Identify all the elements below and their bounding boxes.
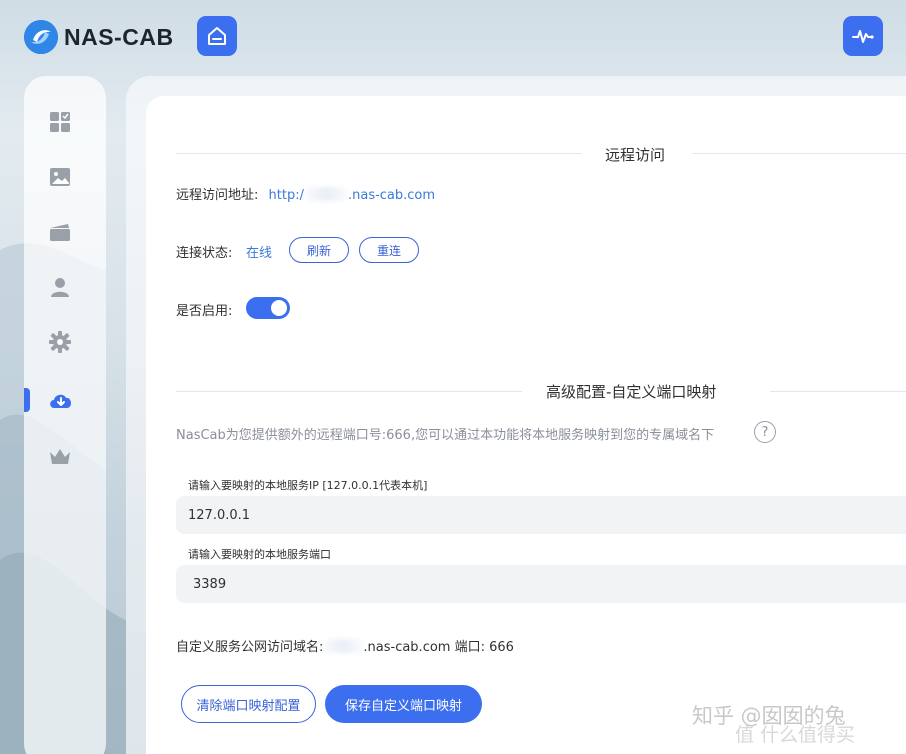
- local-port-value: 3389: [193, 576, 227, 592]
- video-icon: [50, 224, 70, 241]
- crown-icon: [50, 449, 70, 464]
- sidebar-active-indicator: [24, 388, 30, 412]
- connection-status-label: 连接状态:: [176, 246, 233, 261]
- photo-icon: [50, 168, 70, 186]
- home-button[interactable]: [197, 16, 237, 56]
- remote-access-title: 远程访问: [605, 146, 666, 164]
- public-domain-label: 自定义服务公网访问域名:: [176, 640, 324, 655]
- cloud-download-icon: [50, 394, 72, 408]
- local-port-input[interactable]: 3389: [176, 565, 906, 603]
- local-ip-value: 127.0.0.1: [188, 507, 251, 523]
- advanced-divider-left: [176, 391, 522, 392]
- connection-status-value: 在线: [246, 246, 273, 261]
- sidebar-item-videos[interactable]: [49, 221, 71, 243]
- remote-address-link[interactable]: http:/.nas-cab.com: [269, 187, 435, 203]
- save-mapping-button[interactable]: 保存自定义端口映射: [325, 685, 482, 723]
- reconnect-button[interactable]: 重连: [359, 237, 419, 263]
- public-domain-value: .nas-cab.com 端口: 666: [363, 640, 514, 655]
- pulse-icon: [852, 30, 874, 43]
- logo-mark-icon: [24, 20, 58, 54]
- gear-icon: [49, 331, 71, 353]
- sidebar-item-remote[interactable]: [48, 390, 74, 412]
- home-icon: [208, 27, 226, 45]
- redacted-domain: [323, 639, 364, 653]
- public-domain-row: 自定义服务公网访问域名: .nas-cab.com 端口: 666: [176, 636, 514, 655]
- advanced-divider-right: [770, 391, 906, 392]
- remote-address-row: 远程访问地址: http:/.nas-cab.com: [176, 184, 435, 203]
- monitor-button[interactable]: [843, 16, 883, 56]
- refresh-button[interactable]: 刷新: [289, 237, 349, 263]
- remote-address-label: 远程访问地址:: [176, 188, 259, 203]
- user-icon: [51, 278, 69, 297]
- sidebar: [24, 76, 106, 754]
- app-logo[interactable]: NAS-CAB: [24, 20, 174, 54]
- clear-mapping-button[interactable]: 清除端口映射配置: [181, 685, 316, 723]
- sidebar-item-settings[interactable]: [49, 331, 71, 353]
- section-divider-left: [176, 153, 582, 154]
- logo-text: NAS-CAB: [64, 23, 174, 50]
- watermark-smzdm: 值 什么值得买: [735, 724, 856, 746]
- dashboard-icon: [50, 112, 70, 132]
- sidebar-item-vip[interactable]: [49, 446, 71, 468]
- local-ip-input[interactable]: 127.0.0.1: [176, 496, 906, 534]
- redacted-subdomain: [303, 187, 348, 201]
- enable-toggle[interactable]: [246, 297, 290, 319]
- enable-label: 是否启用:: [176, 304, 233, 319]
- sidebar-item-photos[interactable]: [49, 166, 71, 188]
- advanced-config-title: 高级配置-自定义端口映射: [546, 383, 717, 401]
- section-divider-right: [692, 153, 906, 154]
- advanced-description: NasCab为您提供额外的远程端口号:666,您可以通过本功能将本地服务映射到您…: [176, 428, 715, 443]
- local-port-label: 请输入要映射的本地服务端口: [188, 548, 331, 561]
- sidebar-item-users[interactable]: [49, 276, 71, 298]
- toggle-knob: [271, 300, 287, 316]
- local-ip-label: 请输入要映射的本地服务IP [127.0.0.1代表本机]: [188, 479, 428, 492]
- help-icon[interactable]: ?: [754, 421, 776, 443]
- sidebar-item-dashboard[interactable]: [49, 111, 71, 133]
